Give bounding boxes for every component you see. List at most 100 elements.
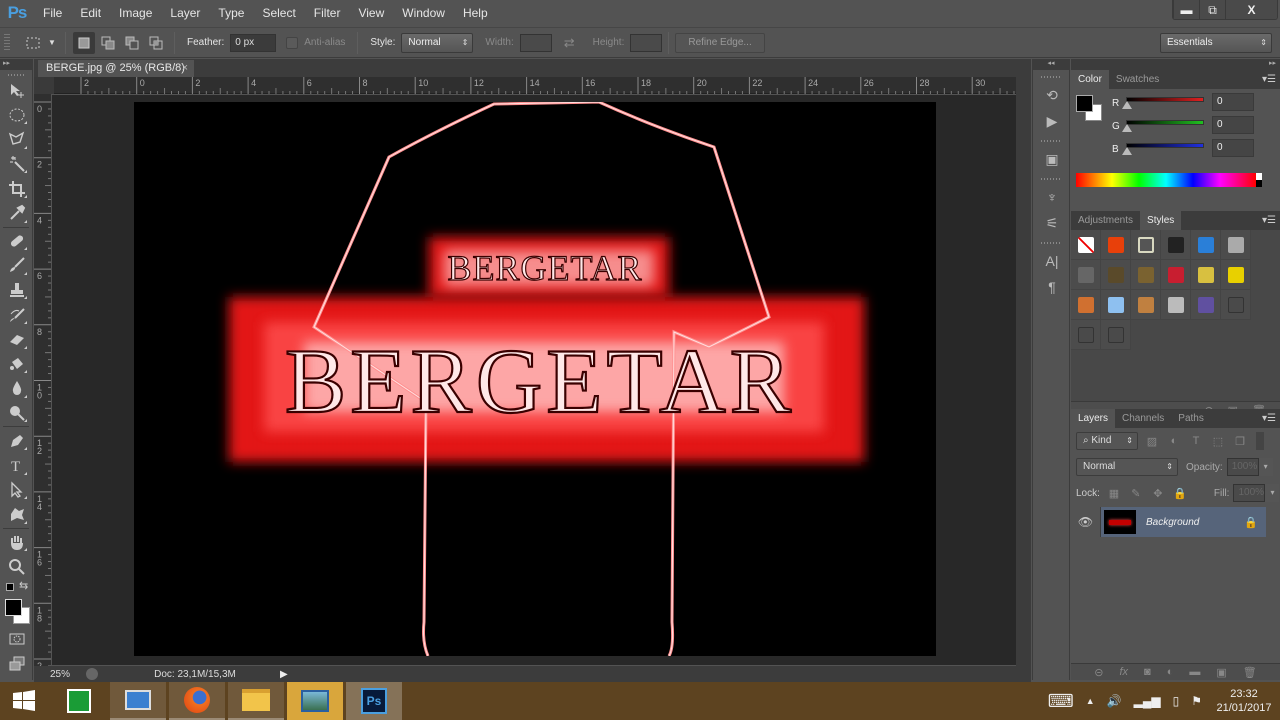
add-selection-icon[interactable] [97,32,119,54]
new-group-icon[interactable]: ▬ [1189,666,1200,678]
style-swatch[interactable] [1071,290,1101,320]
style-swatch[interactable] [1191,290,1221,320]
blue-value[interactable]: 0 [1212,139,1254,157]
style-swatch[interactable] [1101,230,1131,260]
dodge-tool-icon[interactable] [0,401,33,426]
style-swatch[interactable] [1161,230,1191,260]
type-tool-icon[interactable]: T [0,453,33,478]
dock-collapse-icon[interactable]: ◂◂ [1033,59,1069,70]
lasso-tool-icon[interactable] [0,127,33,152]
tab-color[interactable]: Color [1071,70,1109,89]
tab-paths[interactable]: Paths [1171,409,1211,428]
show-hidden-icons[interactable]: ▲ [1086,696,1095,706]
status-menu-arrow-icon[interactable]: ▶ [280,669,288,680]
quick-mask-icon[interactable] [0,627,33,652]
minimize-button[interactable]: ▬ [1173,0,1199,19]
brush-panel-icon[interactable]: ⚟ [1033,210,1071,236]
crop-tool-icon[interactable] [0,176,33,201]
toolbar-grip[interactable] [8,74,24,76]
height-input[interactable] [630,33,663,52]
blue-slider-thumb[interactable] [1122,147,1132,155]
screen-mode-icon[interactable] [0,651,33,676]
close-tab-icon[interactable]: × [182,60,188,77]
new-selection-icon[interactable] [73,31,95,54]
vertical-scrollbar[interactable] [1016,77,1031,666]
move-tool-icon[interactable] [0,78,33,103]
dock-grip[interactable] [1041,178,1061,180]
tab-adjustments[interactable]: Adjustments [1071,211,1140,230]
taskbar-firefox[interactable] [169,682,225,720]
dock-grip[interactable] [1041,76,1061,78]
taskbar-store[interactable] [51,682,107,720]
filter-toggle[interactable] [1256,432,1264,450]
layer-name[interactable]: Background [1146,517,1244,528]
magic-wand-tool-icon[interactable] [0,152,33,177]
foreground-color-swatch[interactable] [5,598,22,616]
style-swatch[interactable] [1161,290,1191,320]
character-panel-icon[interactable]: A| [1033,248,1071,274]
tab-layers[interactable]: Layers [1071,409,1116,428]
options-grip[interactable] [4,33,10,52]
brush-tool-icon[interactable] [0,253,33,278]
clone-stamp-tool-icon[interactable] [0,278,33,303]
zoom-tool-icon[interactable] [0,554,33,579]
action-center-flag-icon[interactable]: ⚑ [1191,694,1202,708]
lock-pixels-icon[interactable]: ✎ [1128,487,1144,500]
style-swatch[interactable] [1131,290,1161,320]
lock-all-icon[interactable]: 🔒 [1172,487,1188,500]
spectrum-black[interactable] [1256,180,1262,187]
style-swatch[interactable] [1071,260,1101,290]
panel-menu-icon[interactable]: ▾☰ [1262,70,1276,89]
style-swatch[interactable] [1161,260,1191,290]
hand-tool-icon[interactable] [0,530,33,555]
properties-panel-icon[interactable]: ▣ [1033,146,1071,172]
document-canvas[interactable]: BERGETAR BERGETAR [134,102,936,656]
blue-slider[interactable] [1126,143,1204,148]
menu-type[interactable]: Type [209,0,253,26]
layer-filter-select[interactable]: ⌕ Kind ⇕ [1076,432,1138,450]
filter-pixel-icon[interactable]: ▨ [1144,435,1160,448]
layer-style-icon[interactable]: fx [1119,666,1128,678]
menu-layer[interactable]: Layer [161,0,209,26]
subtract-selection-icon[interactable] [121,32,143,54]
panel-menu-icon[interactable]: ▾☰ [1262,211,1276,230]
menu-image[interactable]: Image [110,0,161,26]
style-swatch[interactable] [1131,260,1161,290]
menu-view[interactable]: View [349,0,393,26]
history-brush-tool-icon[interactable] [0,302,33,327]
dock-grip[interactable] [1041,242,1061,244]
opacity-dropdown-icon[interactable]: ▾ [1258,458,1273,476]
paint-bucket-tool-icon[interactable] [0,352,33,377]
fill-dropdown-icon[interactable]: ▾ [1265,484,1280,502]
status-info-icon[interactable] [86,668,98,680]
taskbar-photoshop[interactable]: Ps [346,682,402,720]
layer-row-background[interactable]: 👁 Background 🔒 [1071,507,1266,537]
clock[interactable]: 23:32 21/01/2017 [1208,687,1280,715]
feather-input[interactable]: 0 px [230,33,277,52]
new-layer-icon[interactable]: ▣ [1216,666,1226,679]
filter-adjustment-icon[interactable]: ◐ [1166,435,1182,447]
volume-icon[interactable]: 🔊 [1107,694,1122,708]
intersect-selection-icon[interactable] [145,32,167,54]
network-icon[interactable]: ▂▄▆ [1134,694,1161,708]
restore-button[interactable]: ⧉ [1199,0,1225,19]
custom-shape-tool-icon[interactable] [0,502,33,527]
style-swatch[interactable] [1191,260,1221,290]
blur-tool-icon[interactable] [0,376,33,401]
style-swatch[interactable] [1101,260,1131,290]
brush-presets-icon[interactable]: ♆ [1033,184,1071,210]
style-select[interactable]: Normal ⇕ [401,32,474,53]
menu-filter[interactable]: Filter [305,0,350,26]
toolbar-collapse-icon[interactable]: ▸▸ [0,59,33,70]
add-mask-icon[interactable]: ◙ [1144,666,1151,678]
marquee-tool-icon[interactable] [0,103,33,128]
menu-edit[interactable]: Edit [71,0,110,26]
style-swatch[interactable] [1221,290,1251,320]
style-swatch[interactable] [1191,230,1221,260]
menu-file[interactable]: File [34,0,71,26]
taskbar-photos[interactable] [287,682,343,720]
red-slider[interactable] [1126,97,1204,102]
style-swatch[interactable] [1071,230,1101,260]
menu-help[interactable]: Help [454,0,497,26]
green-value[interactable]: 0 [1212,116,1254,134]
